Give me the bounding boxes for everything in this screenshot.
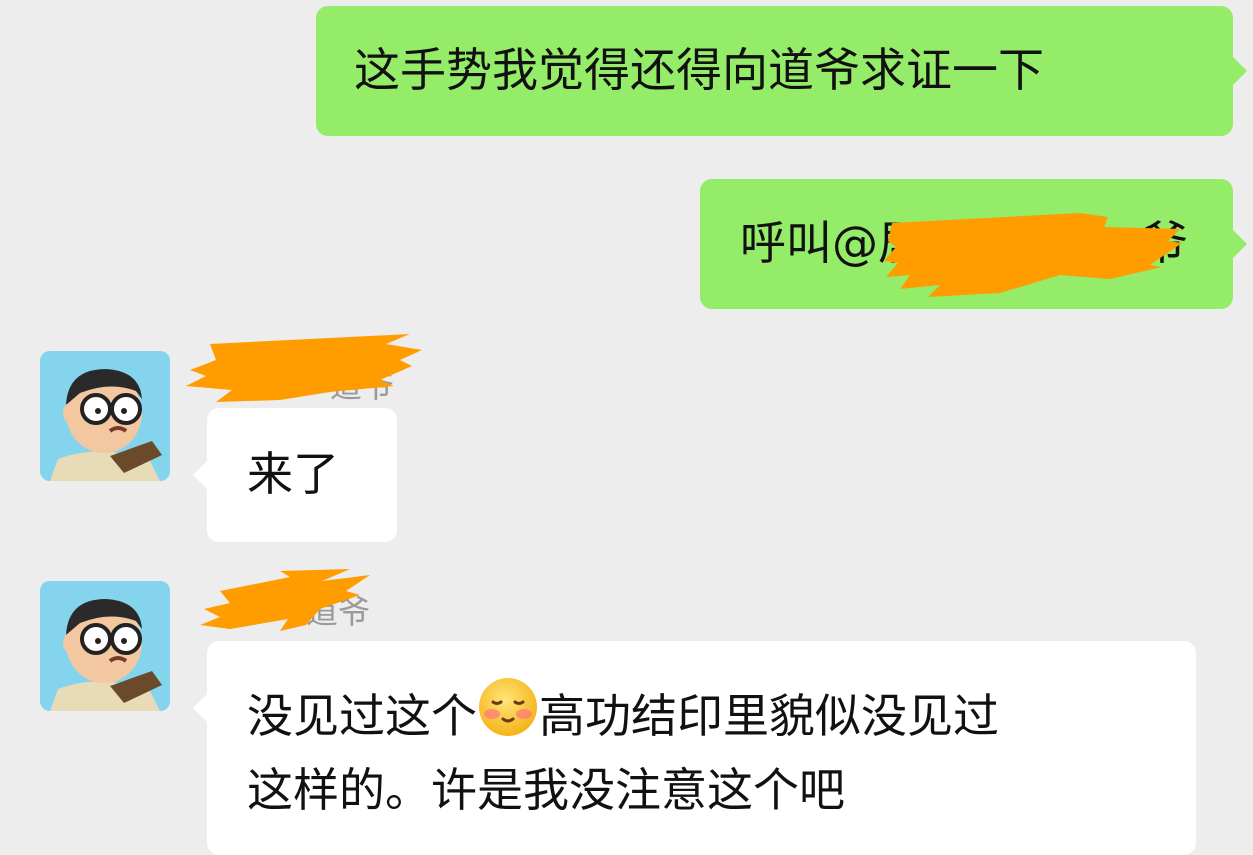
blushing-face-emoji-icon — [479, 678, 537, 736]
cartoon-boy-avatar-icon — [40, 581, 170, 711]
message-text: 这手势我觉得还得向道爷求证一下 — [354, 43, 1044, 97]
sender-name: 道爷 — [306, 593, 371, 631]
bubble-tail — [1233, 57, 1247, 85]
bubble-tail — [193, 461, 207, 489]
avatar[interactable] — [40, 351, 170, 481]
message-text: 没见过这个 — [247, 689, 477, 743]
message-text: 高功结印里貌似没见过 — [539, 689, 999, 743]
chat-window: 这手势我觉得还得向道爷求证一下 呼叫@居 爷 道爷 来了 道爷 没见过这个 高功结… — [0, 0, 1253, 855]
incoming-message-bubble[interactable]: 没见过这个 高功结印里貌似没见过 这样的。许是我没注意这个吧 — [207, 641, 1196, 855]
mention-suffix: 爷 — [1142, 216, 1188, 270]
message-text-prefix: 呼叫@ — [740, 216, 878, 270]
outgoing-message-bubble[interactable]: 呼叫@居 爷 — [700, 179, 1233, 309]
message-line: 没见过这个 高功结印里貌似没见过 — [247, 676, 1166, 748]
bubble-tail — [193, 694, 207, 722]
message-line: 这样的。许是我没注意这个吧 — [247, 758, 1166, 822]
avatar[interactable] — [40, 581, 170, 711]
mention-fragment: 居 — [878, 216, 924, 270]
message-text: 来了 — [247, 447, 339, 501]
outgoing-message-bubble[interactable]: 这手势我觉得还得向道爷求证一下 — [316, 6, 1233, 136]
cartoon-boy-avatar-icon — [40, 351, 170, 481]
incoming-message-bubble[interactable]: 来了 — [207, 408, 397, 542]
bubble-tail — [1233, 230, 1247, 258]
message-text: 这样的。许是我没注意这个吧 — [247, 763, 845, 817]
sender-name: 道爷 — [330, 367, 395, 405]
